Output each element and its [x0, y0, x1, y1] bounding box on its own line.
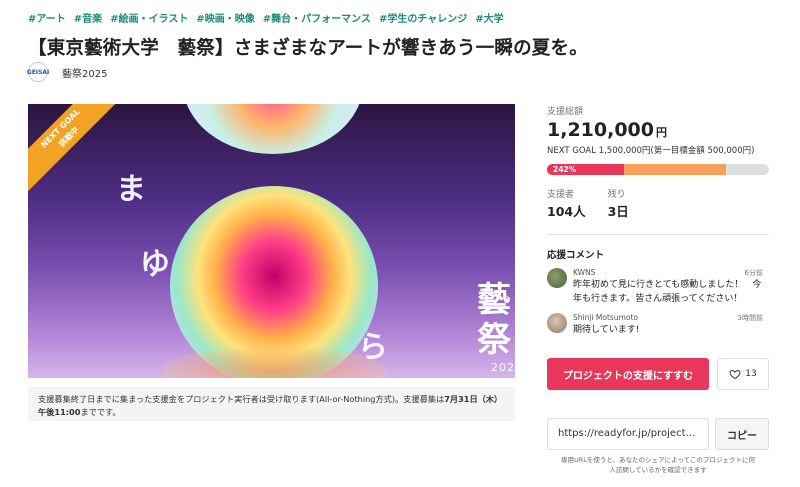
comments-title: 応援コメント	[547, 250, 605, 261]
remaining-stat: 残り 3日	[608, 187, 629, 220]
organizer-logo[interactable]: GEISAI	[27, 62, 49, 82]
funding-panel: 支援総額 1,210,000 円 NEXT GOAL 1,500,000円(第一目…	[547, 104, 769, 337]
tag-painting[interactable]: #絵画・イラスト	[110, 10, 188, 25]
hero-char-ma: ま	[116, 172, 146, 207]
amount-value: 1,210,000	[547, 119, 654, 141]
hero-year: 202	[491, 361, 515, 374]
supporters-stat: 支援者 104人	[547, 187, 586, 220]
orb-main-graphic	[162, 186, 386, 378]
share-url-field[interactable]: https://readyfor.jp/projects/...	[547, 418, 709, 450]
remaining-value: 3日	[607, 204, 629, 219]
favorite-button[interactable]: 13	[717, 358, 769, 390]
progress-percent: 242%	[553, 165, 577, 174]
heart-icon	[729, 369, 741, 380]
amount-currency: 円	[655, 126, 667, 139]
tag-art[interactable]: #アート	[28, 10, 66, 25]
supporters-label: 支援者	[547, 190, 575, 200]
favorite-count: 13	[745, 369, 757, 379]
stats: 支援者 104人 残り 3日	[547, 187, 769, 220]
share-url-note: 専用URLを使うと、あなたのシェアによってこのプロジェクトに何人訪問しているかを…	[560, 456, 756, 474]
hero-char-ra: ら	[358, 330, 388, 365]
project-title: 【東京藝術大学 藝祭】さまざまなアートが響きあう一瞬の夏を。	[28, 38, 588, 59]
comment-time: 6分前	[744, 269, 763, 277]
remaining-label: 残り	[607, 190, 626, 200]
comment-item[interactable]: KWNS 昨年初めて見に行きとても感動しました！ 今年も行きます。皆さん頑張って…	[547, 268, 769, 306]
supporters-value: 104人	[547, 204, 586, 219]
ribbon-line-1: NEXT GOAL	[39, 107, 82, 150]
divider	[547, 234, 769, 235]
organizer-name[interactable]: 藝祭2025	[62, 65, 107, 80]
avatar[interactable]	[547, 268, 567, 288]
notice-suffix: までです。	[80, 407, 121, 417]
comment-text: 期待しています!	[573, 325, 640, 335]
hero-image: ま ゆ ら 藝 祭 202 NEXT GOAL 挑戦中	[28, 104, 515, 378]
tag-music[interactable]: #音楽	[74, 10, 102, 25]
copy-button[interactable]: コピー	[715, 418, 769, 450]
avatar[interactable]	[547, 313, 567, 333]
orb-top-graphic	[183, 104, 363, 154]
all-or-nothing-notice: 支援募集終了日までに集まった支援金をプロジェクト実行者は受け取ります(All-o…	[28, 387, 515, 421]
progress-bar: 242%	[547, 164, 769, 175]
next-goal-text: NEXT GOAL 1,500,000円(第一目標金額 500,000円)	[547, 146, 755, 156]
organizer[interactable]: GEISAI 藝祭2025	[27, 62, 107, 82]
tag-university[interactable]: #大学	[475, 10, 503, 25]
hero-fest-char-2: 祭	[477, 320, 511, 360]
tag-student[interactable]: #学生のチャレンジ	[379, 10, 467, 25]
tag-film[interactable]: #映画・映像	[196, 10, 254, 25]
total-amount: 1,210,000 円	[547, 119, 769, 141]
comment-author[interactable]: KWNS	[573, 268, 769, 277]
next-goal-ribbon: NEXT GOAL 挑戦中	[28, 104, 129, 197]
notice-text: 支援募集終了日までに集まった支援金をプロジェクト実行者は受け取ります(All-o…	[38, 394, 445, 404]
tag-list: #アート #音楽 #絵画・イラスト #映画・映像 #舞台・パフォーマンス #学生…	[28, 10, 504, 25]
support-button[interactable]: プロジェクトの支援にすすむ	[547, 358, 709, 390]
hero-char-yu: ゆ	[140, 247, 170, 282]
tag-stage[interactable]: #舞台・パフォーマンス	[263, 10, 371, 25]
comment-item[interactable]: Shinji Motsumoto 期待しています! 3時間前	[547, 313, 769, 337]
total-label: 支援総額	[547, 107, 584, 117]
comment-time: 3時間前	[737, 314, 763, 322]
comment-text: 昨年初めて見に行きとても感動しました！ 今年も行きます。皆さん頑張ってください！	[573, 280, 762, 304]
